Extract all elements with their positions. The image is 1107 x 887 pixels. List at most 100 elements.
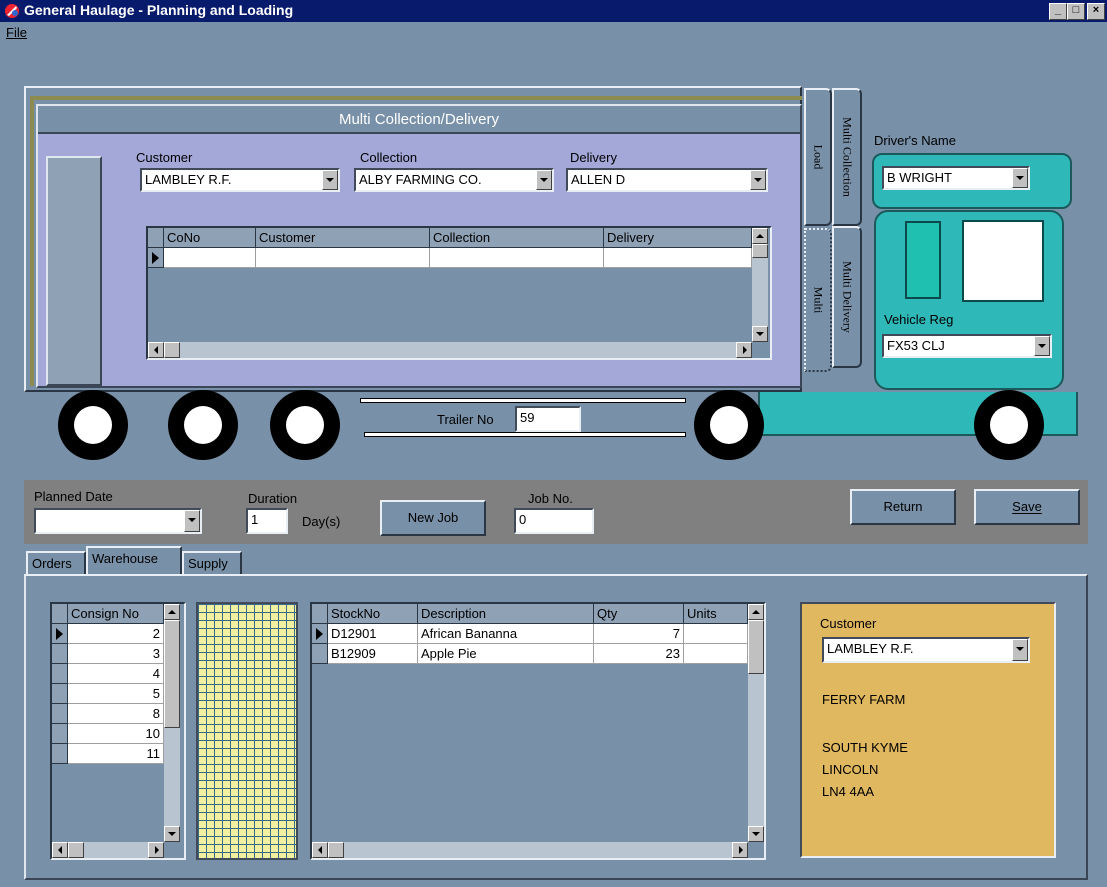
scroll-thumb[interactable] [164,342,180,358]
scroll-right-icon[interactable] [732,842,748,858]
grid-header[interactable]: Delivery [604,228,752,248]
return-button[interactable]: Return [850,489,956,525]
horizontal-scrollbar[interactable] [148,342,752,358]
scroll-thumb[interactable] [68,842,84,858]
grid-header[interactable]: CoNo [164,228,256,248]
menu-file[interactable]: File [6,25,27,40]
scroll-down-icon[interactable] [748,826,764,842]
tab-supply[interactable]: Supply [182,551,242,574]
customer-panel-combo[interactable]: LAMBLEY R.F. [822,637,1030,663]
row-selector[interactable] [52,704,68,724]
chevron-down-icon[interactable] [322,170,338,190]
table-cell[interactable] [164,248,256,268]
chevron-down-icon[interactable] [536,170,552,190]
table-cell[interactable] [604,248,752,268]
scroll-thumb[interactable] [164,620,180,728]
scroll-right-icon[interactable] [736,342,752,358]
tab-orders[interactable]: Orders [26,551,86,574]
table-cell[interactable]: 8 [68,704,164,724]
grid-header[interactable]: Collection [430,228,604,248]
new-job-button[interactable]: New Job [380,500,486,536]
planned-date-combo[interactable] [34,508,202,534]
scroll-up-icon[interactable] [748,604,764,620]
row-selector[interactable] [52,664,68,684]
vertical-scrollbar[interactable] [164,604,180,842]
row-pointer-icon[interactable] [148,248,164,268]
job-no-field[interactable]: 0 [514,508,594,534]
row-selector[interactable] [52,644,68,664]
minimize-button[interactable]: _ [1049,3,1067,20]
customer-combo-value: LAMBLEY R.F. [145,172,232,187]
tab-multi-delivery[interactable]: Multi Delivery [832,226,862,368]
tab-multi[interactable]: Multi [804,228,832,372]
chevron-down-icon[interactable] [1012,639,1028,661]
grid-header[interactable]: Units [684,604,748,624]
grid-header[interactable]: Consign No [68,604,164,624]
stock-grid[interactable]: StockNo Description Qty Units D12901 Afr… [310,602,766,860]
tab-load[interactable]: Load [804,88,832,226]
maximize-button[interactable]: □ [1067,3,1085,20]
scroll-up-icon[interactable] [164,604,180,620]
scroll-right-icon[interactable] [148,842,164,858]
table-cell[interactable]: B12909 [328,644,418,664]
chevron-down-icon[interactable] [750,170,766,190]
table-cell[interactable]: 11 [68,744,164,764]
scroll-up-icon[interactable] [752,228,768,244]
wheel-icon [58,390,128,460]
row-selector[interactable] [52,724,68,744]
vertical-scrollbar[interactable] [752,228,768,342]
table-cell[interactable] [684,624,748,644]
vehicle-reg-combo[interactable]: FX53 CLJ [882,334,1052,358]
multi-panel-side-block [46,156,102,386]
duration-field[interactable]: 1 [246,508,288,534]
collection-combo[interactable]: ALBY FARMING CO. [354,168,554,192]
table-cell[interactable]: African Bananna [418,624,594,644]
save-button[interactable]: Save [974,489,1080,525]
row-selector[interactable] [52,684,68,704]
trailer-no-field[interactable]: 59 [515,406,581,432]
chevron-down-icon[interactable] [184,510,200,532]
scroll-thumb[interactable] [328,842,344,858]
horizontal-scrollbar[interactable] [312,842,748,858]
tab-multi-collection[interactable]: Multi Collection [832,88,862,226]
scroll-thumb[interactable] [748,620,764,674]
chevron-down-icon[interactable] [1034,336,1050,356]
table-cell[interactable]: D12901 [328,624,418,644]
scroll-left-icon[interactable] [148,342,164,358]
close-button[interactable]: × [1087,3,1105,20]
table-cell[interactable] [256,248,430,268]
multi-grid[interactable]: CoNo Customer Collection Delivery [146,226,772,360]
tab-warehouse[interactable]: Warehouse [86,546,182,574]
table-cell[interactable]: 7 [594,624,684,644]
table-cell[interactable]: 2 [68,624,164,644]
vertical-scrollbar[interactable] [748,604,764,842]
table-cell[interactable]: 3 [68,644,164,664]
table-cell[interactable]: 10 [68,724,164,744]
scroll-thumb[interactable] [752,244,768,258]
delivery-combo[interactable]: ALLEN D [566,168,768,192]
table-cell[interactable]: 5 [68,684,164,704]
grid-header[interactable]: Customer [256,228,430,248]
table-cell[interactable] [684,644,748,664]
scroll-down-icon[interactable] [164,826,180,842]
consign-grid[interactable]: Consign No 2 3 4 5 8 10 11 [50,602,186,860]
driver-combo[interactable]: B WRIGHT [882,166,1030,190]
table-cell[interactable]: Apple Pie [418,644,594,664]
row-pointer-icon[interactable] [52,624,68,644]
horizontal-scrollbar[interactable] [52,842,164,858]
customer-combo[interactable]: LAMBLEY R.F. [140,168,340,192]
grid-header[interactable]: Description [418,604,594,624]
row-pointer-icon[interactable] [312,624,328,644]
chevron-down-icon[interactable] [1012,168,1028,188]
scroll-down-icon[interactable] [752,326,768,342]
pallet-grid[interactable] [196,602,298,860]
scroll-left-icon[interactable] [312,842,328,858]
table-cell[interactable] [430,248,604,268]
table-cell[interactable]: 4 [68,664,164,684]
row-selector[interactable] [52,744,68,764]
grid-header[interactable]: StockNo [328,604,418,624]
row-selector[interactable] [312,644,328,664]
scroll-left-icon[interactable] [52,842,68,858]
table-cell[interactable]: 23 [594,644,684,664]
grid-header[interactable]: Qty [594,604,684,624]
